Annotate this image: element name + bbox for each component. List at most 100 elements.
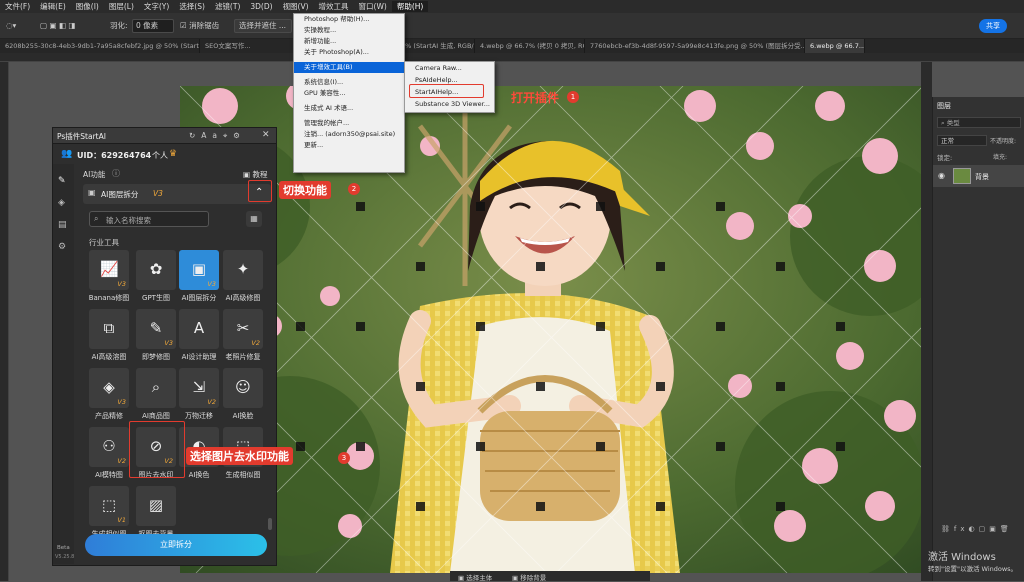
- layer-filter-select[interactable]: ⌕ 类型: [937, 117, 1021, 128]
- tool-tile[interactable]: A: [179, 309, 219, 349]
- layers-icon[interactable]: ◈: [58, 198, 65, 208]
- menu-9[interactable]: 增效工具: [314, 1, 354, 12]
- plugin-titlebar: Ps插件StartAI ↻Aa⌖⚙ ✕: [53, 128, 276, 144]
- feather-input[interactable]: 0 像素: [132, 19, 174, 33]
- module-selector[interactable]: ▣ AI图层拆分 V3 ⌃: [83, 184, 271, 204]
- menu-10[interactable]: 窗口(W): [354, 1, 392, 12]
- split-now-button[interactable]: 立即拆分: [85, 534, 267, 556]
- close-icon[interactable]: ✕: [262, 130, 270, 140]
- tool-tile[interactable]: ✎ V3: [136, 309, 176, 349]
- canvas-photo[interactable]: [180, 86, 923, 573]
- document-tab[interactable]: 4.webp @ 66.7% (拷贝 0 拷贝, RGB/8...: [475, 39, 585, 53]
- menu-6[interactable]: 滤镜(T): [210, 1, 245, 12]
- lock-label: 锁定:: [937, 154, 953, 162]
- crown-icon: ♛: [169, 149, 178, 159]
- help-menu-item[interactable]: 系统信息(I)...: [294, 77, 404, 88]
- tool-icon: ⚇: [102, 437, 116, 455]
- tool-tile[interactable]: ⚇ V2: [89, 427, 129, 467]
- tool-version: V3: [164, 339, 173, 347]
- grid-view-icon[interactable]: ▦: [246, 211, 262, 227]
- layer-actions-icons[interactable]: ⛓fx◐▢▣🗑: [941, 525, 1013, 533]
- help-menu-item[interactable]: 实操教程...: [294, 25, 404, 36]
- eye-icon[interactable]: ◉: [938, 171, 945, 180]
- help-menu-item[interactable]: 注销... (adorn350@psai.site): [294, 129, 404, 140]
- help-menu-item[interactable]: 生成式 AI 术语...: [294, 103, 404, 114]
- menu-8[interactable]: 视图(V): [278, 1, 314, 12]
- tool-version: V3: [117, 398, 126, 406]
- step-badge-3: 3: [338, 452, 350, 464]
- footer-brand: Beta: [57, 545, 70, 551]
- tool-tile[interactable]: ✦: [223, 250, 263, 290]
- settings-icon[interactable]: ⚙: [58, 242, 66, 252]
- menu-7[interactable]: 3D(D): [245, 2, 277, 11]
- tool-icon: ⧉: [103, 319, 115, 337]
- panel-icon-strip: [921, 62, 932, 581]
- highlight-box-watermark: [129, 421, 185, 478]
- tool-tile[interactable]: 📈 V3: [89, 250, 129, 290]
- tool-tile[interactable]: ◈ V3: [89, 368, 129, 408]
- tool-icon: ✎: [149, 319, 163, 337]
- help-menu-item[interactable]: 新增功能...: [294, 36, 404, 47]
- help-menu-item[interactable]: 关于 Photoshop(A)...: [294, 47, 404, 58]
- menu-4[interactable]: 文字(Y): [139, 1, 174, 12]
- module-icon: ▣: [88, 188, 96, 197]
- tool-label: AI模特图: [95, 471, 123, 479]
- tool-tile[interactable]: ✿: [136, 250, 176, 290]
- scrollbar-thumb[interactable]: [268, 518, 272, 530]
- menu-1[interactable]: 编辑(E): [35, 1, 71, 12]
- tool-version: V3: [207, 280, 216, 288]
- plugin-sidebar: ✎ ◈ ▤ ⚙: [53, 164, 74, 564]
- section-label: 行业工具: [89, 238, 119, 247]
- help-menu-item[interactable]: 管理我的帐户...: [294, 118, 404, 129]
- submenu-item[interactable]: Substance 3D Viewer...: [405, 98, 494, 110]
- highlight-box-toggle: [248, 180, 272, 202]
- tool-icon: ☺: [235, 378, 251, 396]
- submenu-item[interactable]: Camera Raw...: [405, 62, 494, 74]
- document-tab[interactable]: 7760ebcb-ef3b-4d8f-9597-5a99e8c413fe.png…: [585, 39, 805, 53]
- plugin-header-icons[interactable]: ↻Aa⌖⚙: [189, 131, 246, 141]
- tool-version: V3: [117, 280, 126, 288]
- tool-tile[interactable]: ☺: [223, 368, 263, 408]
- layers-tab[interactable]: 图层: [937, 101, 951, 111]
- tool-tile[interactable]: ⇲ V2: [179, 368, 219, 408]
- help-menu-item[interactable]: 更新...: [294, 140, 404, 151]
- menu-5[interactable]: 选择(S): [174, 1, 210, 12]
- tool-version: V2: [117, 457, 126, 465]
- tool-tile[interactable]: ⬚ V1: [89, 486, 129, 526]
- menu-11[interactable]: 帮助(H): [391, 1, 429, 12]
- fill-label: 填充:: [993, 154, 1008, 161]
- info-icon: ⓘ: [112, 169, 120, 178]
- pen-icon[interactable]: ✎: [58, 176, 66, 186]
- tool-tile[interactable]: ⧉: [89, 309, 129, 349]
- menu-2[interactable]: 图像(I): [71, 1, 104, 12]
- tool-label: 老照片修复: [225, 353, 261, 361]
- tool-tile[interactable]: ⌕: [136, 368, 176, 408]
- document-tab[interactable]: 6.webp @ 66.7...: [805, 39, 865, 53]
- layer-row-background[interactable]: ◉ 背景: [933, 165, 1024, 187]
- menu-3[interactable]: 图层(L): [104, 1, 139, 12]
- selection-mode-icons[interactable]: ▢ ▣ ◧ ◨: [40, 20, 76, 32]
- menu-0[interactable]: 文件(F): [0, 1, 35, 12]
- search-input[interactable]: ⌕ 输入名称搜索: [89, 211, 209, 227]
- help-menu-item[interactable]: Photoshop 帮助(H)...: [294, 14, 404, 25]
- tool-label: 产品精修: [95, 412, 123, 420]
- help-menu-item[interactable]: GPU 兼容性...: [294, 88, 404, 99]
- help-menu-item[interactable]: 关于增效工具(B): [294, 62, 404, 73]
- tool-tile[interactable]: ▨: [136, 486, 176, 526]
- callout-open-plugin: 打开插件: [511, 91, 560, 105]
- document-tab[interactable]: 6208b255-30c8-4eb3-9db1-7a95a8cfebf2.jpg…: [0, 39, 200, 53]
- tool-tile[interactable]: ✂ V2: [223, 309, 263, 349]
- lasso-tool-icon[interactable]: ◌▾: [6, 20, 16, 32]
- plugin-title: Ps插件StartAI: [57, 132, 106, 141]
- select-and-mask-button[interactable]: 选择并遮住 ...: [234, 19, 292, 33]
- document-icon[interactable]: ▤: [58, 220, 67, 230]
- tool-tile[interactable]: ▣ V3: [179, 250, 219, 290]
- share-button[interactable]: 共享: [979, 19, 1007, 33]
- callout-select-watermark: 选择图片去水印功能: [186, 447, 293, 465]
- tool-icon: ✦: [236, 260, 250, 278]
- blend-mode-select[interactable]: 正常: [937, 135, 987, 146]
- module-name: AI图层拆分: [101, 190, 139, 199]
- tool-icon: 📈: [100, 260, 119, 278]
- tutorial-link[interactable]: ▣ 教程: [243, 169, 267, 180]
- antialias-checkbox[interactable]: ☑ 消除锯齿: [180, 20, 219, 32]
